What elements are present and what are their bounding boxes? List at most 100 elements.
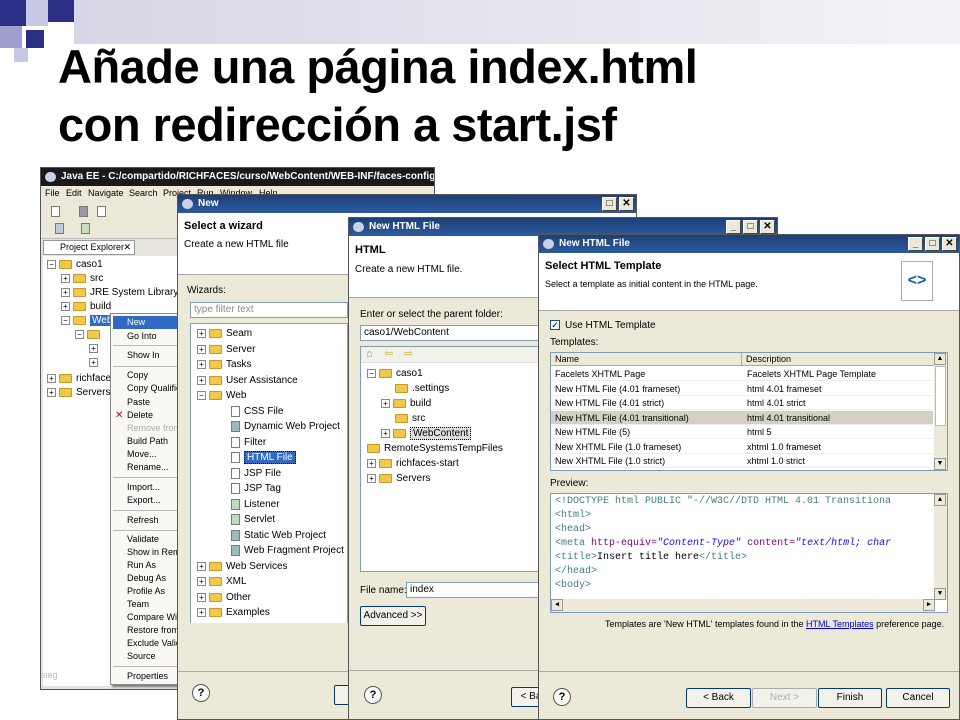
template-row[interactable]: New HTML File (4.01 frameset) html 4.01 f… xyxy=(551,382,933,396)
wizard-jsp-tag[interactable]: JSP Tag xyxy=(231,482,281,496)
expand-icon[interactable]: + xyxy=(197,561,206,571)
menu-item-debug-as[interactable]: Debug As xyxy=(127,572,166,585)
advanced-button[interactable]: Advanced >> xyxy=(360,606,426,626)
minimize-button[interactable]: _ xyxy=(908,237,923,251)
maximize-button[interactable]: □ xyxy=(743,220,758,234)
wizard-servlet[interactable]: Servlet xyxy=(231,513,275,527)
help-icon[interactable]: ? xyxy=(364,686,382,704)
expand-icon[interactable]: + xyxy=(47,387,56,397)
folder-item-settings[interactable]: .settings xyxy=(395,382,449,396)
wizard-web-fragment-project[interactable]: Web Fragment Project xyxy=(231,544,344,558)
wizard-jsp-file[interactable]: JSP File xyxy=(231,467,281,481)
expand-icon[interactable]: + xyxy=(197,344,206,354)
wizard-css-file[interactable]: CSS File xyxy=(231,405,283,419)
wizard-category-server[interactable]: + Server xyxy=(197,343,255,357)
folder-item-src[interactable]: src xyxy=(395,412,425,426)
use-template-checkbox[interactable]: ✓ xyxy=(550,320,560,330)
expand-icon[interactable]: + xyxy=(197,328,206,338)
menu-item-source[interactable]: Source xyxy=(127,650,156,663)
run-icon[interactable] xyxy=(81,223,90,234)
html-templates-link[interactable]: HTML Templates xyxy=(806,619,874,629)
preview-vscrollbar[interactable]: ▲ ▼ xyxy=(934,494,947,600)
menu-item-copy[interactable]: Copy xyxy=(127,369,148,382)
wizard-filter-input[interactable]: type filter text xyxy=(190,302,348,318)
wizard-listener[interactable]: Listener xyxy=(231,498,280,512)
expand-icon[interactable]: + xyxy=(47,373,56,383)
tree-item-sub[interactable]: + xyxy=(89,342,101,356)
table-scrollbar[interactable]: ▲ ▼ xyxy=(934,353,947,470)
back-arrow-icon[interactable]: ⇦ xyxy=(384,347,393,360)
expand-icon[interactable]: + xyxy=(381,398,390,408)
menu-item-paste[interactable]: Paste xyxy=(127,396,150,409)
menu-search[interactable]: Search xyxy=(129,186,158,200)
menu-item-delete[interactable]: Delete xyxy=(127,409,153,422)
close-button[interactable]: ✕ xyxy=(942,237,957,251)
template-row[interactable]: New XHTML File (1.0 strict) xhtml 1.0 str… xyxy=(551,454,933,468)
scroll-up-icon[interactable]: ▲ xyxy=(934,494,946,506)
wizard-filter[interactable]: Filter xyxy=(231,436,266,450)
expand-icon[interactable]: + xyxy=(89,343,98,353)
scroll-up-icon[interactable]: ▲ xyxy=(934,353,946,365)
close-button[interactable]: ✕ xyxy=(760,220,775,234)
template-row[interactable]: New HTML File (4.01 strict) html 4.01 str… xyxy=(551,396,933,410)
debug-icon[interactable] xyxy=(55,223,64,234)
tree-item-caso1[interactable]: − caso1 xyxy=(47,258,103,272)
collapse-icon[interactable]: − xyxy=(367,368,376,378)
close-button[interactable]: ✕ xyxy=(619,197,634,211)
expand-icon[interactable]: + xyxy=(197,607,206,617)
folder-item-richfaces-start[interactable]: + richfaces-start xyxy=(367,457,459,471)
menu-item-compare-with[interactable]: Compare With xyxy=(127,611,185,624)
menu-item-run-as[interactable]: Run As xyxy=(127,559,156,572)
cancel-button[interactable]: Cancel xyxy=(886,688,950,708)
wizard-category-seam[interactable]: + Seam xyxy=(197,327,252,341)
expand-icon[interactable]: + xyxy=(367,458,376,468)
menu-item-properties[interactable]: Properties xyxy=(127,670,168,683)
folder-item-webcontent[interactable]: + WebContent xyxy=(381,427,472,441)
expand-icon[interactable]: + xyxy=(367,473,376,483)
expand-icon[interactable]: + xyxy=(61,273,70,283)
expand-icon[interactable]: + xyxy=(197,359,206,369)
tree-item-src[interactable]: + src xyxy=(61,272,103,286)
print-icon[interactable] xyxy=(97,206,106,217)
template-row[interactable]: New HTML File (4.01 transitional) html 4.… xyxy=(551,410,933,425)
wizard-category-web-services[interactable]: + Web Services xyxy=(197,560,288,574)
scroll-left-icon[interactable]: ◀ xyxy=(551,599,563,611)
wizard-category-other[interactable]: + Other xyxy=(197,591,251,605)
home-icon[interactable]: ⌂ xyxy=(366,348,373,360)
parent-folder-input[interactable]: caso1/WebContent xyxy=(360,325,550,341)
scroll-down-icon[interactable]: ▼ xyxy=(934,588,946,600)
collapse-icon[interactable]: − xyxy=(197,390,206,400)
wizard-category-user-assistance[interactable]: + User Assistance xyxy=(197,374,298,388)
new-icon[interactable] xyxy=(51,206,60,217)
scroll-down-icon[interactable]: ▼ xyxy=(934,458,946,470)
folder-item-servers[interactable]: + Servers xyxy=(367,472,430,486)
maximize-button[interactable]: □ xyxy=(602,197,617,211)
menu-item-show-in[interactable]: Show In xyxy=(127,349,160,362)
finish-button[interactable]: Finish xyxy=(818,688,882,708)
minimize-button[interactable]: _ xyxy=(726,220,741,234)
wizard-dynamic-web-project[interactable]: Dynamic Web Project xyxy=(231,420,340,434)
scroll-right-icon[interactable]: ▶ xyxy=(923,599,935,611)
tree-item-richfaces[interactable]: + richfaces xyxy=(47,372,116,386)
wizard-category-tasks[interactable]: + Tasks xyxy=(197,358,252,372)
menu-file[interactable]: File xyxy=(45,186,60,200)
expand-icon[interactable]: + xyxy=(381,428,390,438)
wizard-category-examples[interactable]: + Examples xyxy=(197,606,270,620)
help-icon[interactable]: ? xyxy=(553,688,571,706)
expand-icon[interactable]: + xyxy=(197,592,206,602)
menu-item-move[interactable]: Move... xyxy=(127,448,157,461)
wizard-category-xml[interactable]: + XML xyxy=(197,575,247,589)
tree-item-sub[interactable]: − xyxy=(75,328,104,342)
menu-item-export[interactable]: Export... xyxy=(127,494,161,507)
collapse-icon[interactable]: − xyxy=(47,259,56,269)
menu-item-new[interactable]: New xyxy=(113,316,177,329)
file-name-input[interactable]: index xyxy=(406,582,556,598)
wizard-html-file[interactable]: HTML File xyxy=(231,451,296,465)
menu-item-import[interactable]: Import... xyxy=(127,481,160,494)
save-icon[interactable] xyxy=(79,206,88,217)
menu-item-profile-as[interactable]: Profile As xyxy=(127,585,165,598)
tree-item-sub[interactable]: + xyxy=(89,356,101,370)
wizard-static-web-project[interactable]: Static Web Project xyxy=(231,529,326,543)
scroll-thumb[interactable] xyxy=(935,366,946,426)
menu-item-validate[interactable]: Validate xyxy=(127,533,159,546)
